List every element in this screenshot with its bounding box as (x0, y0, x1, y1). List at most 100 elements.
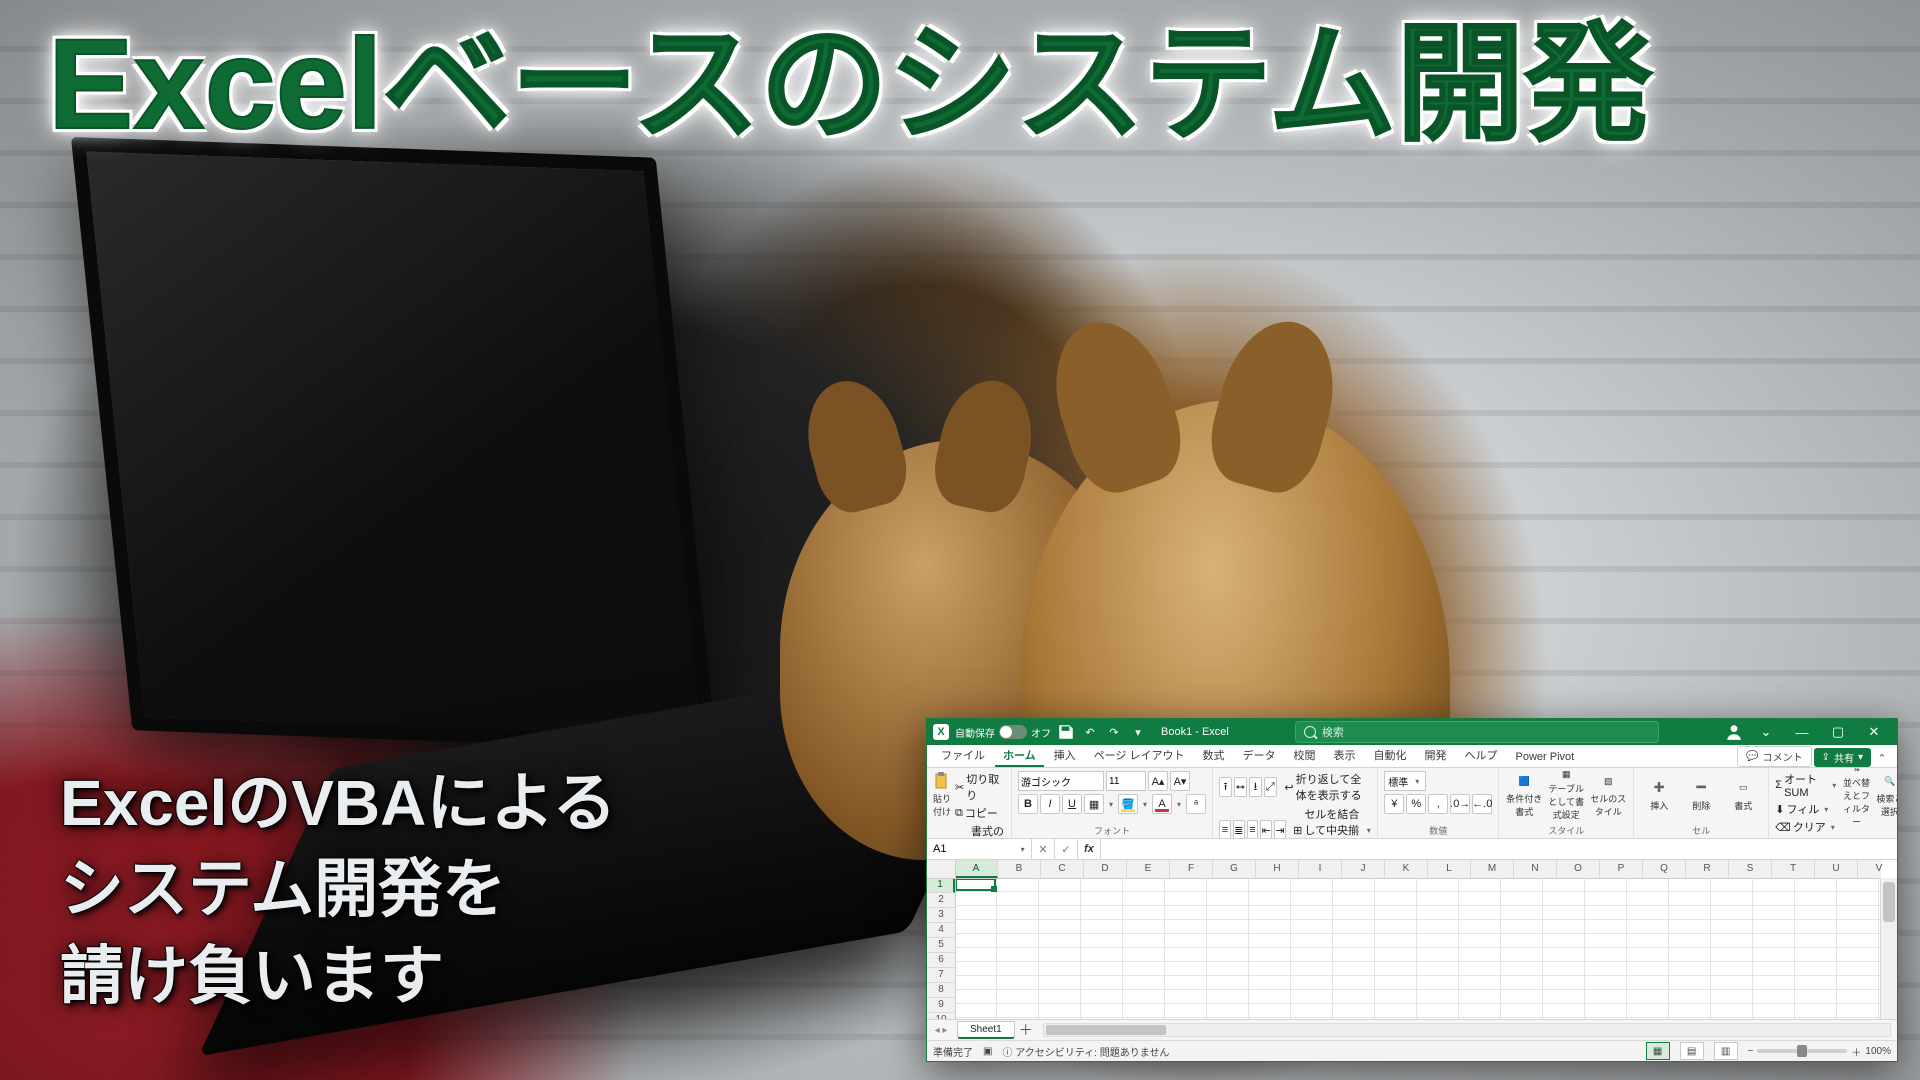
find-select-button[interactable]: 🔍 検索と選択 (1875, 771, 1897, 819)
tab-developer[interactable]: 開発 (1417, 744, 1455, 767)
align-left-button[interactable]: ≡ (1219, 820, 1231, 839)
zoom-in-button[interactable]: ＋ (1851, 1044, 1861, 1059)
row-header[interactable]: 1 (927, 878, 955, 893)
column-header[interactable]: G (1213, 860, 1256, 878)
accessibility-status[interactable]: ⓘ アクセシビリティ: 問題ありません (1002, 1044, 1169, 1059)
formula-input[interactable] (1101, 839, 1897, 859)
undo-button[interactable]: ↶ (1081, 723, 1099, 741)
tab-power-pivot[interactable]: Power Pivot (1508, 748, 1583, 767)
zoom-slider-thumb[interactable] (1797, 1045, 1807, 1057)
row-header[interactable]: 2 (927, 893, 955, 908)
tab-page-layout[interactable]: ページ レイアウト (1086, 744, 1193, 767)
comma-format-button[interactable]: , (1428, 794, 1448, 814)
percent-format-button[interactable]: % (1406, 794, 1426, 814)
row-headers[interactable]: 123456789101112131415 (927, 878, 956, 1019)
column-header[interactable]: M (1471, 860, 1514, 878)
align-middle-button[interactable]: ⭤ (1234, 777, 1247, 797)
column-header[interactable]: U (1815, 860, 1858, 878)
row-header[interactable]: 5 (927, 938, 955, 953)
column-headers[interactable]: ABCDEFGHIJKLMNOPQRSTUV (955, 860, 1881, 879)
tab-file[interactable]: ファイル (933, 744, 993, 767)
copy-button[interactable]: ⧉ コピー (955, 805, 1005, 821)
column-header[interactable]: I (1299, 860, 1342, 878)
tab-view[interactable]: 表示 (1326, 744, 1364, 767)
ribbon-options-button[interactable]: ⌄ (1749, 721, 1783, 743)
sheet-tab-active[interactable]: Sheet1 (957, 1021, 1015, 1039)
orientation-button[interactable]: ⤢ (1264, 777, 1277, 797)
font-name-input[interactable] (1018, 771, 1104, 791)
increase-decimal-button[interactable]: .0→ (1450, 794, 1470, 814)
autosum-button[interactable]: Σ オート SUM ▾ (1775, 771, 1838, 799)
paste-button[interactable]: 貼り付け (933, 771, 951, 819)
cut-button[interactable]: ✂ 切り取り (955, 771, 1005, 803)
worksheet-grid[interactable]: ABCDEFGHIJKLMNOPQRSTUV 12345678910111213… (927, 860, 1897, 1019)
font-color-dropdown[interactable]: ▾ (1174, 800, 1184, 809)
number-format-select[interactable]: 標準 ▾ (1384, 771, 1426, 791)
name-box-dropdown[interactable]: ▾ (1018, 845, 1027, 854)
collapse-ribbon-button[interactable]: ⌃ (1873, 749, 1891, 767)
column-header[interactable]: K (1385, 860, 1428, 878)
format-as-table-button[interactable]: ▦ テーブルとして書式設定 (1547, 771, 1585, 819)
horizontal-scrollbar[interactable] (1043, 1023, 1891, 1037)
column-header[interactable]: L (1428, 860, 1471, 878)
sheet-nav[interactable]: ◂ ▸ (927, 1025, 955, 1036)
indent-decrease-button[interactable]: ⇤ (1260, 820, 1272, 839)
cell-styles-button[interactable]: ▧ セルのスタイル (1589, 771, 1627, 819)
zoom-slider[interactable] (1757, 1049, 1847, 1053)
tab-formulas[interactable]: 数式 (1195, 744, 1233, 767)
normal-view-button[interactable]: ▦ (1646, 1042, 1670, 1060)
column-header[interactable]: N (1514, 860, 1557, 878)
row-header[interactable]: 4 (927, 923, 955, 938)
tab-home[interactable]: ホーム (995, 744, 1044, 767)
row-header[interactable]: 10 (927, 1013, 955, 1019)
sort-filter-button[interactable]: ⇅ 並べ替えとフィルター (1842, 771, 1871, 819)
minimize-button[interactable]: — (1785, 721, 1819, 743)
tab-automate[interactable]: 自動化 (1366, 744, 1415, 767)
accounting-format-button[interactable]: ¥ (1384, 794, 1404, 814)
column-header[interactable]: F (1170, 860, 1213, 878)
column-header[interactable]: B (998, 860, 1041, 878)
bold-button[interactable]: B (1018, 794, 1038, 814)
share-button[interactable]: ⇪ 共有 ▾ (1814, 748, 1871, 767)
hscroll-thumb[interactable] (1046, 1025, 1166, 1035)
page-layout-view-button[interactable]: ▤ (1680, 1042, 1704, 1060)
row-header[interactable]: 8 (927, 983, 955, 998)
column-header[interactable]: O (1557, 860, 1600, 878)
page-break-view-button[interactable]: ▥ (1714, 1042, 1738, 1060)
font-size-input[interactable] (1106, 771, 1146, 791)
tab-insert[interactable]: 挿入 (1046, 744, 1084, 767)
search-input[interactable]: 検索 (1295, 721, 1659, 743)
zoom-control[interactable]: − ＋ 100% (1748, 1044, 1891, 1059)
align-bottom-button[interactable]: ⭳ (1249, 777, 1262, 797)
tab-help[interactable]: ヘルプ (1457, 744, 1506, 767)
fill-color-dropdown[interactable]: ▾ (1140, 800, 1150, 809)
row-header[interactable]: 9 (927, 998, 955, 1013)
name-box-input[interactable] (931, 842, 1018, 856)
cells-area[interactable] (955, 878, 1881, 1019)
column-header[interactable]: T (1772, 860, 1815, 878)
cancel-formula-button[interactable]: ✕ (1032, 839, 1055, 859)
redo-button[interactable]: ↷ (1105, 723, 1123, 741)
column-header[interactable]: S (1729, 860, 1772, 878)
zoom-out-button[interactable]: − (1748, 1046, 1754, 1057)
border-button[interactable]: ▦ (1084, 794, 1104, 814)
row-header[interactable]: 3 (927, 908, 955, 923)
clear-button[interactable]: ⌫ クリア ▾ (1775, 819, 1838, 835)
insert-function-button[interactable]: fx (1078, 839, 1101, 859)
account-button[interactable] (1725, 723, 1743, 741)
insert-cells-button[interactable]: ➕ 挿入 (1640, 771, 1678, 819)
indent-increase-button[interactable]: ⇥ (1274, 820, 1286, 839)
column-header[interactable]: H (1256, 860, 1299, 878)
merge-dropdown[interactable]: ▾ (1366, 826, 1371, 835)
fill-color-button[interactable]: 🪣 (1118, 794, 1138, 814)
row-header[interactable]: 7 (927, 968, 955, 983)
border-dropdown[interactable]: ▾ (1106, 800, 1116, 809)
column-header[interactable]: A (955, 860, 998, 878)
increase-font-button[interactable]: A▴ (1148, 771, 1168, 791)
close-button[interactable]: ✕ (1857, 721, 1891, 743)
font-color-button[interactable]: A (1152, 794, 1172, 814)
align-center-button[interactable]: ≣ (1233, 820, 1245, 839)
align-right-button[interactable]: ≡ (1247, 820, 1259, 839)
wrap-text-button[interactable]: ↩ 折り返して全体を表示する (1284, 771, 1371, 803)
tab-data[interactable]: データ (1235, 744, 1284, 767)
